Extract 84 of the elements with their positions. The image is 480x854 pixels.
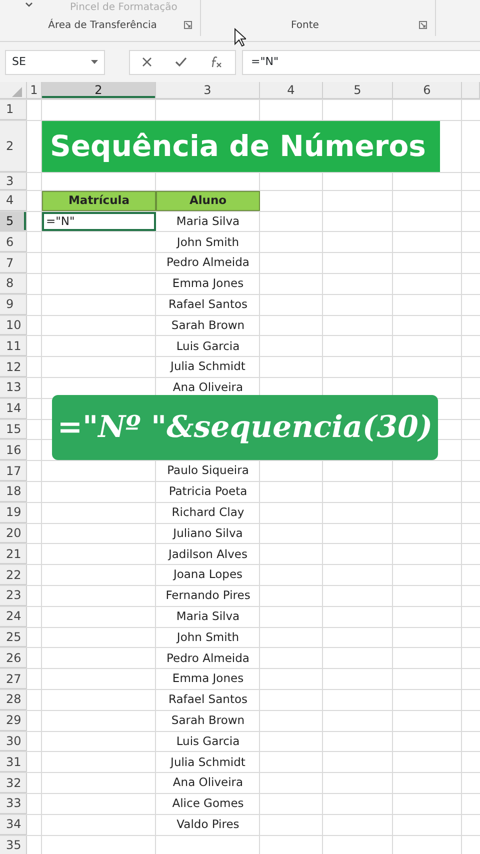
table-cell-text: Emma Jones — [171, 670, 245, 688]
row-header[interactable]: 25 — [0, 628, 27, 648]
name-box[interactable]: SE — [5, 50, 105, 74]
table-cell-text: Maria Silva — [175, 212, 241, 230]
column-header[interactable]: 5 — [323, 82, 393, 99]
sheet-title: Sequência de Números — [42, 120, 440, 172]
row-header[interactable]: 1 — [0, 100, 27, 120]
row-header[interactable]: 21 — [0, 544, 27, 564]
column-header[interactable]: 3 — [156, 82, 260, 99]
check-icon[interactable] — [174, 57, 187, 67]
row-header[interactable]: 9 — [0, 294, 27, 315]
column-heading: Matrícula — [42, 190, 156, 211]
row-header[interactable]: 20 — [0, 524, 27, 544]
row-header[interactable]: 33 — [0, 794, 27, 814]
row-header[interactable]: 14 — [0, 398, 27, 419]
row-header[interactable]: 24 — [0, 606, 27, 627]
column-header[interactable]: 4 — [260, 82, 323, 99]
row-header[interactable]: 35 — [0, 836, 27, 854]
table-cell-text: Emma Jones — [171, 275, 245, 292]
table-cell-text: Julia Schmidt — [168, 358, 246, 376]
row-header[interactable]: 27 — [0, 669, 27, 689]
row-header[interactable]: 30 — [0, 732, 27, 752]
row-header[interactable]: 6 — [0, 232, 27, 252]
dialog-launcher-icon[interactable] — [184, 21, 192, 29]
active-cell[interactable]: ="N" — [42, 212, 156, 232]
table-cell-text: Luis Garcia — [175, 732, 241, 750]
table-cell-text: Joana Lopes — [172, 566, 244, 584]
table-cell-text: Fernando Pires — [164, 587, 252, 604]
table-cell-text: Pedro Almeida — [166, 650, 250, 667]
table-cell-text: Jadilson Alves — [166, 546, 249, 563]
table-cell-text: Maria Silva — [175, 608, 241, 625]
row-header[interactable]: 10 — [0, 316, 27, 336]
row-header[interactable]: 11 — [0, 336, 27, 356]
row-header[interactable]: 13 — [0, 378, 27, 398]
row-header[interactable]: 29 — [0, 710, 27, 731]
table-cell-text: Pedro Almeida — [166, 254, 250, 272]
table-cell-text: Paulo Siqueira — [166, 462, 250, 480]
table-cell-text: Luis Garcia — [175, 338, 241, 355]
ribbon-group-label: Área de Transferência — [47, 18, 158, 33]
row-header[interactable]: 32 — [0, 773, 27, 793]
column-heading: Aluno — [156, 190, 260, 211]
table-cell-text: John Smith — [175, 628, 240, 646]
table-cell-text: Alice Gomes — [171, 795, 245, 812]
column-header[interactable]: 6 — [393, 82, 462, 99]
row-header[interactable]: 2 — [0, 120, 27, 172]
dialog-launcher-icon[interactable] — [419, 21, 427, 29]
column-header[interactable]: 1 — [27, 82, 42, 99]
row-header[interactable]: 4 — [0, 190, 27, 211]
row-header[interactable]: 7 — [0, 253, 27, 273]
row-header[interactable]: 22 — [0, 565, 27, 585]
row-header[interactable]: 16 — [0, 440, 27, 460]
caret-icon[interactable] — [25, 2, 33, 8]
table-cell-text: Juliano Silva — [172, 524, 244, 542]
row-header[interactable]: 23 — [0, 586, 27, 606]
table-cell-text: John Smith — [175, 234, 240, 251]
row-header[interactable]: 8 — [0, 274, 27, 294]
row-header[interactable]: 19 — [0, 502, 27, 523]
function-icon[interactable] — [210, 56, 224, 68]
table-cell-text: Ana Oliveira — [172, 379, 244, 396]
row-header[interactable]: 15 — [0, 420, 27, 440]
cancel-icon[interactable] — [142, 57, 152, 67]
row-header[interactable]: 17 — [0, 461, 27, 481]
table-cell-text: Rafael Santos — [168, 691, 248, 708]
table-cell-text: Richard Clay — [170, 504, 246, 522]
row-header[interactable]: 34 — [0, 814, 27, 834]
row-header[interactable]: 5 — [0, 212, 27, 232]
row-header[interactable]: 18 — [0, 482, 27, 502]
formula-input[interactable]: ="N" — [242, 50, 480, 74]
table-cell-text: Julia Schmidt — [168, 754, 246, 771]
row-header[interactable]: 12 — [0, 357, 27, 377]
row-header[interactable]: 26 — [0, 648, 27, 668]
dropdown-icon[interactable] — [91, 60, 98, 64]
ribbon-group-label: Fonte — [290, 19, 320, 33]
table-cell-text: Patricia Poeta — [168, 483, 248, 500]
row-header[interactable]: 28 — [0, 690, 27, 710]
column-header[interactable]: 2 — [42, 82, 156, 99]
formula-caption: ="Nº "&sequencia(30) — [52, 395, 438, 460]
table-cell-text: Rafael Santos — [168, 296, 248, 314]
row-header[interactable]: 31 — [0, 752, 27, 772]
table-cell-text: Valdo Pires — [176, 816, 240, 833]
table-cell-text: Sarah Brown — [170, 712, 246, 729]
row-header[interactable]: 3 — [0, 172, 27, 190]
table-cell-text: Sarah Brown — [170, 316, 246, 334]
table-cell-text: Ana Oliveira — [172, 774, 244, 792]
